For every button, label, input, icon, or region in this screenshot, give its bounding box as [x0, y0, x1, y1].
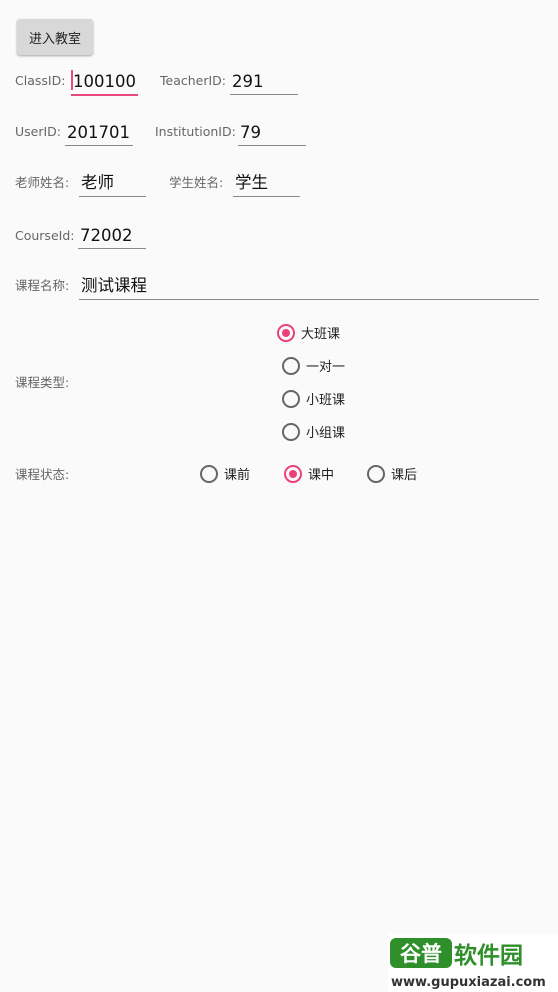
- svg-text:软件园: 软件园: [454, 942, 523, 969]
- institution-id-input[interactable]: 79: [238, 119, 306, 146]
- radio-label: 一对一: [306, 360, 346, 375]
- class-id-value: 100100: [73, 72, 136, 91]
- radio-label: 课后: [391, 468, 418, 483]
- course-id-input[interactable]: 72002: [78, 222, 146, 249]
- course-name-input[interactable]: 测试课程: [79, 273, 539, 300]
- user-id-label: UserID:: [15, 124, 62, 139]
- watermark-logo: 谷普 软件园 www.gupuxiazai.com: [388, 934, 558, 992]
- teacher-id-label: TeacherID:: [160, 73, 227, 88]
- course-type-label: 课程类型:: [15, 375, 70, 390]
- course-id-value: 72002: [80, 226, 133, 245]
- class-id-label: ClassID:: [15, 73, 66, 88]
- teacher-name-value: 老师: [81, 173, 114, 192]
- class-id-input[interactable]: 100100: [71, 68, 138, 96]
- student-name-value: 学生: [235, 173, 268, 192]
- student-name-label: 学生姓名:: [169, 175, 224, 190]
- radio-label: 小组课: [306, 426, 346, 441]
- radio-unselected-icon: [282, 389, 300, 408]
- radio-label: 小班课: [306, 393, 346, 408]
- radio-selected-icon: [284, 464, 302, 483]
- course-status-label: 课程状态:: [15, 467, 70, 482]
- teacher-id-input[interactable]: 291: [230, 68, 298, 95]
- radio-label: 课中: [308, 468, 335, 483]
- course-name-label: 课程名称:: [15, 278, 70, 293]
- svg-text:谷普: 谷普: [400, 942, 442, 966]
- radio-unselected-icon: [282, 422, 300, 441]
- radio-unselected-icon: [367, 464, 385, 483]
- radio-label: 大班课: [301, 327, 341, 342]
- svg-text:www.gupuxiazai.com: www.gupuxiazai.com: [391, 975, 546, 990]
- teacher-name-label: 老师姓名:: [15, 175, 70, 190]
- institution-id-value: 79: [240, 123, 261, 142]
- course-id-label: CourseId:: [15, 228, 75, 243]
- course-type-option-one-on-one[interactable]: 一对一: [282, 356, 345, 375]
- course-type-option-small-class[interactable]: 小班课: [282, 389, 345, 408]
- teacher-name-input[interactable]: 老师: [79, 170, 146, 197]
- user-id-value: 201701: [67, 123, 130, 142]
- radio-unselected-icon: [282, 356, 300, 375]
- teacher-id-value: 291: [232, 72, 264, 91]
- radio-label: 课前: [224, 468, 251, 483]
- course-status-option-before[interactable]: 课前: [200, 464, 250, 483]
- course-name-value: 测试课程: [81, 276, 147, 295]
- course-status-option-during[interactable]: 课中: [284, 464, 334, 483]
- enter-classroom-button[interactable]: 进入教室: [17, 19, 93, 55]
- course-status-option-after[interactable]: 课后: [367, 464, 417, 483]
- radio-unselected-icon: [200, 464, 218, 483]
- course-type-option-group-class[interactable]: 小组课: [282, 422, 345, 441]
- course-type-option-large-class[interactable]: 大班课: [277, 323, 340, 342]
- radio-selected-icon: [277, 323, 295, 342]
- institution-id-label: InstitutionID:: [155, 124, 236, 139]
- student-name-input[interactable]: 学生: [233, 170, 300, 197]
- user-id-input[interactable]: 201701: [65, 119, 133, 146]
